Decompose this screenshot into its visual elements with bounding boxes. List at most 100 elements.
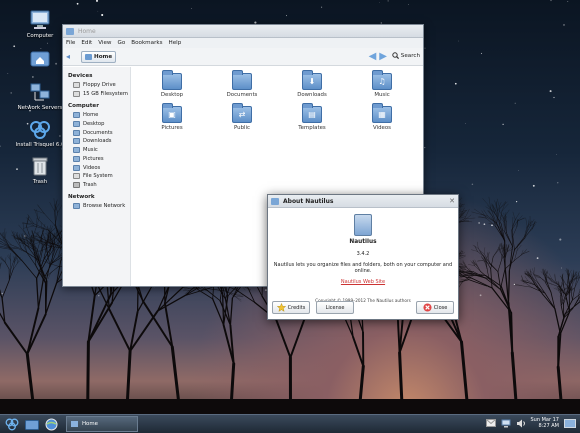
- folder-downloads[interactable]: ⬇ Downloads: [277, 70, 347, 104]
- home-icon: [85, 53, 93, 60]
- search-button[interactable]: Search: [392, 52, 420, 59]
- forward-arrow-icon[interactable]: ▶: [379, 51, 387, 62]
- close-icon[interactable]: ✕: [449, 197, 455, 205]
- pictures-folder-icon: ▣: [162, 103, 182, 123]
- desktop-icon-label: Network Servers: [17, 105, 63, 111]
- sidebar-item-pictures[interactable]: Pictures: [63, 154, 130, 163]
- drive-icon: [73, 91, 80, 98]
- sidebar-item-label: Downloads: [83, 138, 112, 145]
- volume-icon[interactable]: [516, 419, 526, 428]
- videos-folder-icon: [73, 164, 80, 171]
- sidebar-item-floppy-drive[interactable]: Floppy Drive: [63, 81, 130, 90]
- dialog-titlebar[interactable]: About Nautilus ✕: [268, 195, 458, 208]
- close-label: Close: [433, 304, 448, 311]
- folder-documents[interactable]: Documents: [207, 70, 277, 104]
- window-titlebar[interactable]: Home: [63, 25, 423, 38]
- trisquel-menu-icon: [5, 418, 18, 430]
- clock[interactable]: Sun Mar 17 8:27 AM: [531, 417, 560, 429]
- sidebar-item-filesystem[interactable]: 15 GB Filesystem: [63, 90, 130, 99]
- taskbar-task-home[interactable]: Home: [66, 416, 138, 432]
- folder-label: Music: [374, 92, 390, 98]
- sidebar-header-network: Network: [68, 193, 95, 200]
- folder-label: Desktop: [160, 92, 184, 98]
- show-desktop-icon[interactable]: [564, 418, 576, 428]
- taskbar: Home Sun Mar 17 8:27 AM: [0, 414, 580, 433]
- folder-icon: [71, 421, 78, 427]
- folder-videos[interactable]: ▦ Videos: [347, 103, 417, 137]
- desktop-icon-install-trisquel[interactable]: Install Trisquel 6.0: [10, 118, 70, 148]
- sidebar-item-downloads[interactable]: Downloads: [63, 137, 130, 146]
- dialog-title: About Nautilus: [283, 197, 334, 205]
- network-icon[interactable]: [501, 419, 511, 428]
- sidebar-item-label: File System: [83, 173, 113, 180]
- sidebar-item-videos[interactable]: Videos: [63, 163, 130, 172]
- documents-folder-icon: [73, 129, 80, 136]
- star-icon: [276, 303, 286, 312]
- folder-desktop[interactable]: Desktop: [137, 70, 207, 104]
- folder-label: Documents: [226, 92, 258, 98]
- desktop-icon-computer[interactable]: Computer: [10, 9, 70, 39]
- sidebar-item-documents[interactable]: Documents: [63, 128, 130, 137]
- browser-icon: [45, 418, 58, 430]
- dialog-buttons: Credits License Close: [272, 301, 454, 314]
- menu-view[interactable]: View: [97, 40, 112, 46]
- trisquel-icon: [29, 118, 51, 140]
- sidebar-item-home[interactable]: Home: [63, 111, 130, 120]
- desktop-icon-network-servers[interactable]: Network Servers: [10, 81, 70, 111]
- path-button-label: Home: [94, 53, 113, 60]
- sidebar-item-music[interactable]: Music: [63, 146, 130, 155]
- filesystem-icon: [73, 173, 80, 180]
- templates-folder-icon: ▤: [302, 103, 322, 123]
- music-folder-icon: ♫: [372, 70, 392, 90]
- sidebar-item-label: 15 GB Filesystem: [83, 91, 128, 98]
- menu-file[interactable]: File: [65, 40, 76, 46]
- documents-folder-icon: [232, 70, 252, 90]
- folder-templates[interactable]: ▤ Templates: [277, 103, 347, 137]
- folder-music[interactable]: ♫ Music: [347, 70, 417, 104]
- nautilus-icon: [271, 197, 279, 205]
- folder-pictures[interactable]: ▣ Pictures: [137, 103, 207, 137]
- close-button[interactable]: Close: [416, 301, 454, 314]
- credits-button[interactable]: Credits: [272, 301, 310, 314]
- menu-edit[interactable]: Edit: [80, 40, 93, 46]
- network-icon: [29, 81, 51, 103]
- desktop-icon-home[interactable]: [10, 47, 70, 71]
- task-label: Home: [82, 421, 98, 427]
- sidebar-header-devices: Devices: [68, 73, 93, 79]
- menu-go[interactable]: Go: [117, 40, 127, 46]
- path-left-arrow-icon[interactable]: ◂: [66, 52, 70, 61]
- menubar: File Edit View Go Bookmarks Help: [63, 38, 423, 48]
- desktop-folder-icon: [73, 120, 80, 127]
- home-icon: [73, 111, 80, 118]
- sidebar-item-file-system[interactable]: File System: [63, 172, 130, 181]
- sidebar-item-trash[interactable]: Trash: [63, 181, 130, 190]
- folder-label: Videos: [373, 125, 391, 131]
- launcher-browser[interactable]: [43, 417, 60, 432]
- folder-label: Templates: [298, 125, 326, 131]
- sidebar-item-label: Trash: [83, 182, 97, 189]
- path-button-home[interactable]: Home: [81, 50, 117, 63]
- pictures-folder-icon: [73, 155, 80, 162]
- folder-public[interactable]: ⇄ Public: [207, 103, 277, 137]
- folder-icon: [66, 27, 74, 35]
- toolbar: ◂ Home ◀ ▶ Search: [63, 48, 423, 66]
- menu-bookmarks[interactable]: Bookmarks: [130, 40, 163, 46]
- about-dialog[interactable]: About Nautilus ✕ Nautilus 3.4.2 Nautilus…: [267, 194, 459, 320]
- website-link[interactable]: Nautilus Web Site: [268, 279, 458, 285]
- clock-time: 8:27 AM: [538, 423, 559, 429]
- start-menu-button[interactable]: [3, 417, 20, 432]
- trash-icon: [73, 182, 80, 189]
- app-description: Nautilus lets you organize files and fol…: [273, 262, 453, 274]
- menu-help[interactable]: Help: [168, 40, 183, 46]
- sidebar-item-desktop[interactable]: Desktop: [63, 119, 130, 128]
- mail-icon[interactable]: [485, 419, 496, 427]
- downloads-folder-icon: [73, 138, 80, 145]
- launcher-file-manager[interactable]: [23, 417, 40, 432]
- back-arrow-icon[interactable]: ◀: [369, 51, 377, 62]
- desktop-icon-label: Trash: [32, 179, 48, 185]
- license-button[interactable]: License: [316, 301, 354, 314]
- desktop-icon-trash[interactable]: Trash: [10, 155, 70, 185]
- sidebar-header-computer: Computer: [68, 102, 99, 109]
- sidebar-item-label: Floppy Drive: [83, 82, 116, 89]
- sidebar-item-browse-network[interactable]: Browse Network: [63, 202, 130, 211]
